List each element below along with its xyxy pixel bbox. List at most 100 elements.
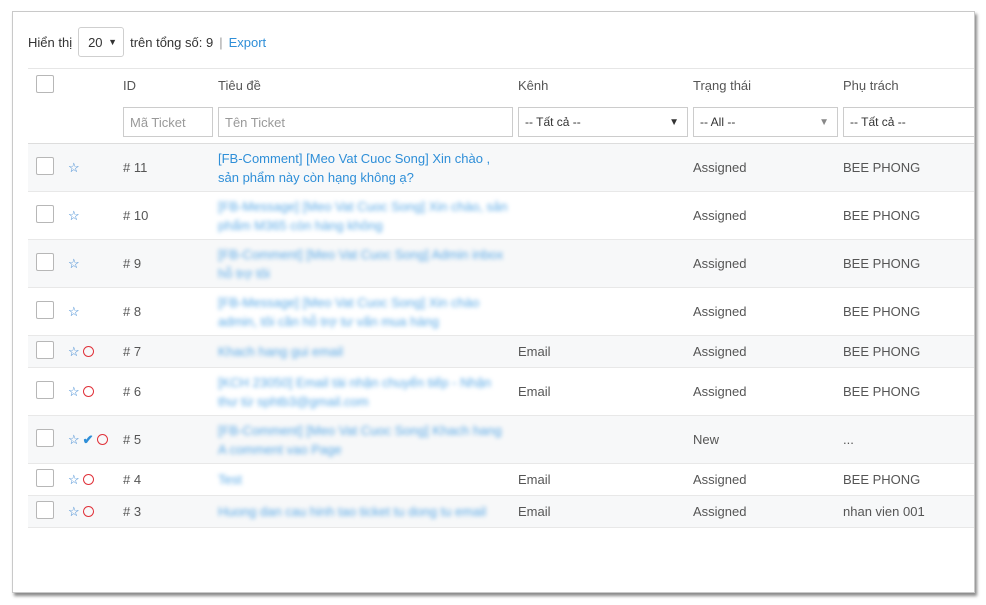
star-icon[interactable]: ☆ [68,208,80,224]
table-row[interactable]: ☆ # 10 [FB-Message] [Meo Vat Cuoc Song] Xi… [28,191,974,240]
ticket-owner: BEE PHONG [843,384,921,399]
ticket-id: # 4 [123,472,142,487]
ticket-channel [518,192,693,240]
ticket-status: New [693,432,720,447]
ticket-channel [518,288,693,336]
ticket-id: # 10 [123,208,149,223]
ticket-id: # 7 [123,344,142,359]
star-icon[interactable]: ☆ [68,344,80,360]
table-row[interactable]: ☆ ✔ # 5 [FB-Comment] [Meo Vat Cuoc Song] Kh… [28,415,974,464]
row-checkbox[interactable] [36,341,54,359]
ticket-status: Assigned [693,472,747,487]
row-checkbox[interactable] [36,205,54,223]
table-row[interactable]: ☆ # 3 Huong dan cau hinh tao ticket tu don… [28,495,974,528]
channel-filter-select[interactable]: -- Tất cả -- ▼ [518,107,688,137]
ticket-channel [518,240,693,288]
row-icons: ☆ [68,304,123,320]
ticket-title-link[interactable]: [KCH 23050] Email tài nhận chuyển tiếp -… [218,373,518,411]
ticket-owner: BEE PHONG [843,208,921,223]
ticket-title-link[interactable]: Khach hang gui email [218,342,518,361]
col-header-status[interactable]: Trạng thái [693,68,843,101]
ticket-title-link[interactable]: [FB-Comment] [Meo Vat Cuoc Song] Xin chà… [218,149,518,187]
ticket-id-filter-input[interactable] [123,107,213,137]
ticket-list-panel: Hiển thị 20 ▼ trên tổng số: 9 | Export I… [12,11,975,593]
ticket-status: Assigned [693,208,747,223]
list-toolbar: Hiển thị 20 ▼ trên tổng số: 9 | Export [28,26,266,58]
ticket-table-body: ☆ # 11 [FB-Comment] [Meo Vat Cuoc Song] Xi… [28,143,974,528]
ticket-id: # 9 [123,256,142,271]
select-all-checkbox[interactable] [36,74,54,93]
row-icons: ☆ [68,504,123,520]
star-icon[interactable]: ☆ [68,472,80,488]
total-count-label: trên tổng số: 9 [130,34,214,50]
row-checkbox[interactable] [36,301,54,319]
star-icon[interactable]: ☆ [68,504,80,520]
red-circle-icon [82,386,94,397]
export-link[interactable]: Export [229,35,267,50]
row-checkbox[interactable] [36,501,54,519]
table-row[interactable]: ☆ # 4 Test Email Assigned BEE PHONG [28,463,974,496]
star-icon[interactable]: ☆ [68,304,80,320]
ticket-channel: Email [518,504,551,519]
table-header-row: ID Tiêu đề Kênh Trạng thái Phụ trách [28,68,974,101]
checkmark-icon: ✔ [82,431,94,447]
ticket-id: # 11 [123,160,148,175]
row-checkbox[interactable] [36,253,54,271]
col-header-channel[interactable]: Kênh [518,68,693,101]
row-checkbox[interactable] [36,381,54,399]
ticket-channel: Email [518,472,551,487]
col-header-owner[interactable]: Phụ trách [843,68,974,101]
ticket-title-filter-input[interactable] [218,107,513,137]
row-checkbox[interactable] [36,429,54,447]
row-icons: ☆ [68,472,123,488]
star-icon[interactable]: ☆ [68,384,80,400]
table-row[interactable]: ☆ # 6 [KCH 23050] Email tài nhận chuyển ti… [28,367,974,416]
ticket-status: Assigned [693,344,747,359]
red-circle-icon [82,346,94,357]
ticket-title-link[interactable]: [FB-Message] [Meo Vat Cuoc Song] Xin chà… [218,293,518,331]
table-filter-row: -- Tất cả -- ▼ -- All -- ▼ -- Tất cả -- [28,101,974,144]
page-size-select[interactable]: 20 ▼ [78,27,125,57]
status-filter-select[interactable]: -- All -- ▼ [693,107,838,137]
table-row[interactable]: ☆ # 7 Khach hang gui email Email Assigned BEE… [28,335,974,368]
owner-filter-value: -- Tất cả -- [850,115,906,129]
row-icons: ☆ [68,208,123,224]
star-icon[interactable]: ☆ [68,432,80,448]
ticket-title-link[interactable]: Huong dan cau hinh tao ticket tu dong tu… [218,502,518,521]
row-icons: ☆ ✔ [68,432,123,448]
ticket-table: ID Tiêu đề Kênh Trạng thái Phụ trách -- … [28,68,974,528]
row-checkbox[interactable] [36,157,54,175]
toolbar-separator: | [219,34,223,50]
red-circle-icon [82,474,94,485]
ticket-owner: nhan vien 001 [843,504,925,519]
table-row[interactable]: ☆ # 11 [FB-Comment] [Meo Vat Cuoc Song] Xi… [28,143,974,192]
ticket-owner: BEE PHONG [843,256,921,271]
star-icon[interactable]: ☆ [68,256,80,272]
ticket-owner: ... [843,432,854,447]
ticket-status: Assigned [693,384,747,399]
ticket-status: Assigned [693,304,747,319]
ticket-status: Assigned [693,256,747,271]
ticket-owner: BEE PHONG [843,472,921,487]
row-checkbox[interactable] [36,469,54,487]
col-header-id[interactable]: ID [123,68,218,101]
ticket-title-link[interactable]: [FB-Comment] [Meo Vat Cuoc Song] Admin i… [218,245,518,283]
row-icons: ☆ [68,160,123,176]
col-header-title[interactable]: Tiêu đề [218,68,518,101]
ticket-status: Assigned [693,504,747,519]
owner-filter-select[interactable]: -- Tất cả -- [843,107,974,137]
ticket-title-link[interactable]: [FB-Comment] [Meo Vat Cuoc Song] Khach h… [218,421,518,459]
table-row[interactable]: ☆ # 9 [FB-Comment] [Meo Vat Cuoc Song] Adm… [28,239,974,288]
row-icons: ☆ [68,384,123,400]
status-filter-value: -- All -- [700,115,736,129]
ticket-title-link[interactable]: [FB-Message] [Meo Vat Cuoc Song] Xin chà… [218,197,518,235]
row-icons: ☆ [68,256,123,272]
channel-filter-value: -- Tất cả -- [525,115,581,129]
chevron-down-icon: ▼ [669,116,679,128]
ticket-title-link[interactable]: Test [218,470,518,489]
table-row[interactable]: ☆ # 8 [FB-Message] [Meo Vat Cuoc Song] Xin… [28,287,974,336]
row-icons: ☆ [68,344,123,360]
ticket-id: # 3 [123,504,142,519]
star-icon[interactable]: ☆ [68,160,80,176]
ticket-owner: BEE PHONG [843,344,921,359]
